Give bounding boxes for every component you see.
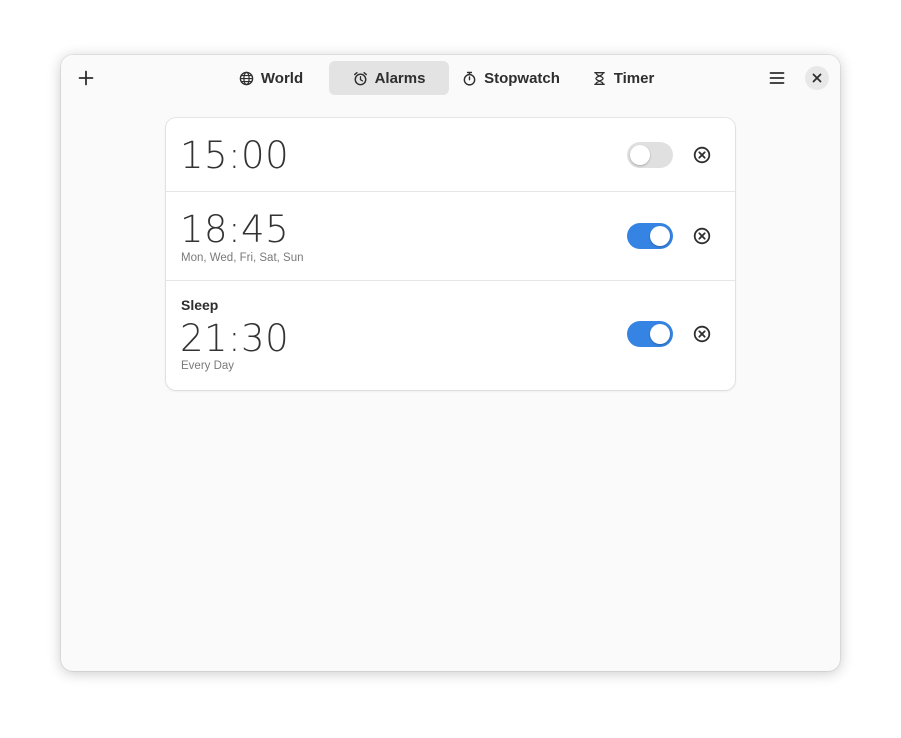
alarm-toggle-switch[interactable]: [627, 142, 673, 168]
globe-icon: [239, 71, 254, 85]
close-window-button[interactable]: [805, 66, 829, 90]
tab-world[interactable]: World: [221, 61, 321, 95]
remove-circle-icon: [693, 146, 711, 164]
alarm-toggle-switch[interactable]: [627, 321, 673, 347]
tab-timer-label: Timer: [613, 69, 655, 87]
header-bar: World Alarms Stopwatch Timer: [61, 55, 840, 101]
view-switcher: World Alarms Stopwatch Timer: [221, 61, 673, 95]
stopwatch-icon: [463, 71, 476, 86]
switch-knob: [650, 324, 670, 344]
hamburger-menu-icon: [769, 72, 785, 84]
tab-alarms[interactable]: Alarms: [329, 61, 449, 95]
tab-stopwatch-label: Stopwatch: [484, 69, 560, 87]
close-icon: [812, 73, 822, 83]
main-menu-button[interactable]: [760, 61, 794, 95]
alarm-repeat-days: Mon, Wed, Fri, Sat, Sun: [181, 252, 304, 264]
alarm-name: Sleep: [181, 297, 219, 313]
switch-knob: [630, 145, 650, 165]
alarm-clock-icon: [353, 71, 367, 85]
alarm-time: 15:00: [180, 134, 290, 177]
delete-alarm-button[interactable]: [690, 143, 714, 167]
alarm-row[interactable]: 18:45 Mon, Wed, Fri, Sat, Sun: [166, 192, 735, 281]
alarm-row[interactable]: Sleep 21:30 Every Day: [166, 281, 735, 390]
alarm-row[interactable]: 15:00: [166, 118, 735, 192]
tab-alarms-label: Alarms: [374, 69, 426, 87]
tab-stopwatch[interactable]: Stopwatch: [449, 61, 573, 95]
clocks-window: World Alarms Stopwatch Timer 15:00 18:45…: [61, 55, 840, 671]
hourglass-icon: [593, 71, 605, 85]
alarm-list: 15:00 18:45 Mon, Wed, Fri, Sat, Sun Slee…: [166, 118, 735, 390]
tab-timer[interactable]: Timer: [573, 61, 673, 95]
remove-circle-icon: [693, 227, 711, 245]
tab-world-label: World: [260, 69, 304, 87]
alarm-repeat-days: Every Day: [181, 360, 235, 372]
plus-icon: [78, 70, 94, 86]
alarm-toggle-switch[interactable]: [627, 223, 673, 249]
switch-knob: [650, 226, 670, 246]
alarm-time: 18:45: [180, 208, 290, 251]
remove-circle-icon: [693, 325, 711, 343]
alarm-time: 21:30: [180, 317, 290, 360]
delete-alarm-button[interactable]: [690, 224, 714, 248]
delete-alarm-button[interactable]: [690, 322, 714, 346]
add-alarm-button[interactable]: [69, 61, 103, 95]
